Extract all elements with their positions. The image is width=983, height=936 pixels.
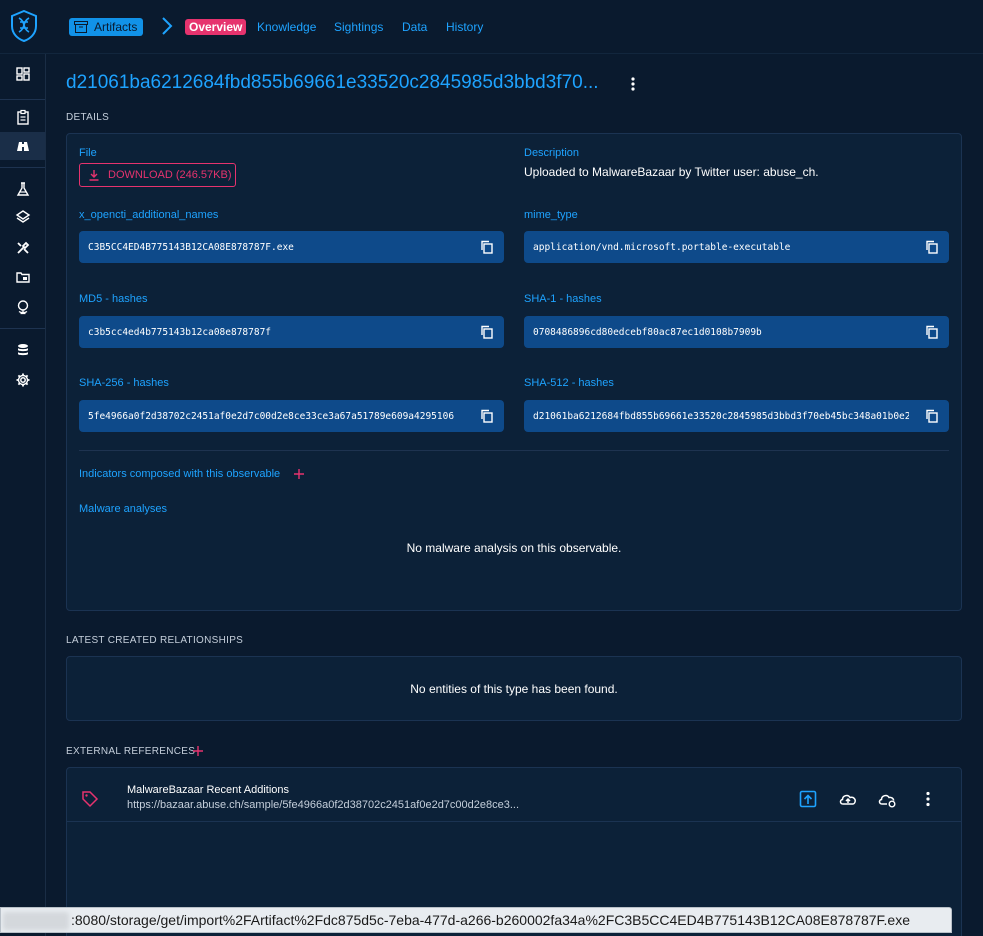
sidebar-item-settings[interactable]: [0, 366, 45, 394]
tab-data[interactable]: Data: [402, 19, 427, 35]
copy-icon[interactable]: [925, 240, 939, 254]
description-value: Uploaded to MalwareBazaar by Twitter use…: [524, 165, 819, 179]
globe-icon: [17, 300, 28, 315]
dashboard-icon: [15, 67, 30, 81]
reference-url[interactable]: https://bazaar.abuse.ch/sample/5fe4966a0…: [127, 799, 519, 811]
sidebar-item-observations[interactable]: [0, 132, 45, 160]
more-vertical-icon[interactable]: [626, 76, 640, 92]
artifacts-chip-label: Artifacts: [94, 20, 138, 34]
tab-overview[interactable]: Overview: [185, 19, 247, 35]
chevron-right-icon: [162, 17, 173, 35]
gear-icon: [16, 373, 29, 387]
sha1-label: SHA-1 - hashes: [524, 293, 602, 305]
add-indicator-plus-icon[interactable]: [293, 468, 305, 480]
no-malware-message: No malware analysis on this observable.: [406, 541, 622, 555]
download-button-label: DOWNLOAD (246.57KB): [108, 169, 232, 181]
sha512-label: SHA-512 - hashes: [524, 377, 614, 389]
cloud-sync-icon[interactable]: [877, 789, 897, 809]
opencti-logo-icon[interactable]: [10, 10, 38, 42]
additional-names-label: x_opencti_additional_names: [79, 209, 219, 221]
tab-history[interactable]: History: [446, 19, 483, 35]
sidebar-item-locations[interactable]: [0, 293, 45, 321]
md5-value: c3b5cc4ed4b775143b12ca08e878787f: [88, 326, 272, 338]
sidebar-divider: [0, 167, 45, 168]
additional-names-value: C3B5CC4ED4B775143B12CA08E878787F.exe: [88, 241, 294, 253]
copy-icon[interactable]: [925, 409, 939, 423]
copy-icon[interactable]: [480, 325, 494, 339]
download-button[interactable]: DOWNLOAD (246.57KB): [79, 163, 236, 187]
more-vertical-icon[interactable]: [918, 789, 938, 809]
sidebar: [0, 54, 46, 936]
reference-row-divider: [67, 821, 961, 822]
sha1-field: 0708486896cd80edcebf80ac87ec1d0108b7909b: [524, 316, 949, 348]
md5-field: c3b5cc4ed4b775143b12ca08e878787f: [79, 316, 504, 348]
top-bar: Artifacts Overview Knowledge Sightings D…: [0, 0, 983, 54]
sidebar-item-analyses[interactable]: [0, 103, 45, 131]
sidebar-item-arsenal[interactable]: [0, 203, 45, 231]
relationships-section-label: LATEST CREATED RELATIONSHIPS: [66, 635, 244, 646]
description-label: Description: [524, 147, 580, 159]
sidebar-divider: [0, 328, 45, 329]
sidebar-divider: [0, 99, 45, 100]
sha256-field: 5fe4966a0f2d38702c2451af0e2d7c00d2e8ce33…: [79, 400, 504, 432]
sha1-value: 0708486896cd80edcebf80ac87ec1d0108b7909b: [533, 326, 762, 338]
sha512-field: d21061ba6212684fbd855b69661e33520c284598…: [524, 400, 949, 432]
additional-names-field: C3B5CC4ED4B775143B12CA08E878787F.exe: [79, 231, 504, 263]
file-label: File: [79, 147, 97, 159]
tag-icon: [82, 791, 99, 808]
mime-type-value: application/vnd.microsoft.portable-execu…: [533, 241, 791, 253]
md5-label: MD5 - hashes: [79, 293, 148, 305]
malware-analyses-label: Malware analyses: [79, 503, 168, 515]
sidebar-item-data[interactable]: [0, 336, 45, 364]
copy-icon[interactable]: [925, 325, 939, 339]
external-references-section-label: EXTERNAL REFERENCES: [66, 746, 196, 757]
sha512-value: d21061ba6212684fbd855b69661e33520c284598…: [533, 410, 909, 422]
download-icon: [89, 170, 99, 181]
database-icon: [17, 344, 28, 356]
page-title: d21061ba6212684fbd855b69661e33520c284598…: [66, 72, 599, 93]
browser-status-bar: :8080/storage/get/import%2FArtifact%2Fdc…: [0, 907, 952, 933]
mime-type-label: mime_type: [524, 209, 578, 221]
binoculars-icon: [16, 142, 29, 151]
artifacts-chip[interactable]: Artifacts: [69, 18, 144, 36]
sidebar-item-cases[interactable]: [0, 263, 45, 291]
tools-icon: [16, 241, 29, 254]
details-section-label: DETAILS: [66, 112, 110, 123]
mime-type-field: application/vnd.microsoft.portable-execu…: [524, 231, 949, 263]
no-relationships-message: No entities of this type has been found.: [410, 682, 618, 696]
redacted-host: [3, 912, 69, 930]
folder-icon: [15, 272, 30, 283]
sidebar-item-dashboard[interactable]: [0, 60, 45, 88]
tab-sightings[interactable]: Sightings: [334, 19, 383, 35]
details-panel: [66, 133, 962, 611]
sidebar-item-tools[interactable]: [0, 234, 45, 262]
details-divider: [79, 450, 949, 451]
copy-icon[interactable]: [480, 409, 494, 423]
clipboard-icon: [16, 109, 29, 125]
add-reference-plus-icon[interactable]: [192, 745, 204, 757]
cloud-upload-icon[interactable]: [838, 789, 858, 809]
flask-icon: [16, 182, 29, 196]
layers-icon: [15, 210, 30, 223]
sha256-label: SHA-256 - hashes: [79, 377, 169, 389]
tab-knowledge[interactable]: Knowledge: [257, 19, 316, 35]
archive-icon: [74, 21, 88, 33]
status-url: :8080/storage/get/import%2FArtifact%2Fdc…: [71, 912, 911, 928]
reference-title[interactable]: MalwareBazaar Recent Additions: [127, 784, 289, 796]
open-in-new-icon[interactable]: [798, 789, 818, 809]
copy-icon[interactable]: [480, 240, 494, 254]
sidebar-item-techniques[interactable]: [0, 175, 45, 203]
indicators-label: Indicators composed with this observable: [79, 468, 281, 480]
sha256-value: 5fe4966a0f2d38702c2451af0e2d7c00d2e8ce33…: [88, 410, 455, 422]
